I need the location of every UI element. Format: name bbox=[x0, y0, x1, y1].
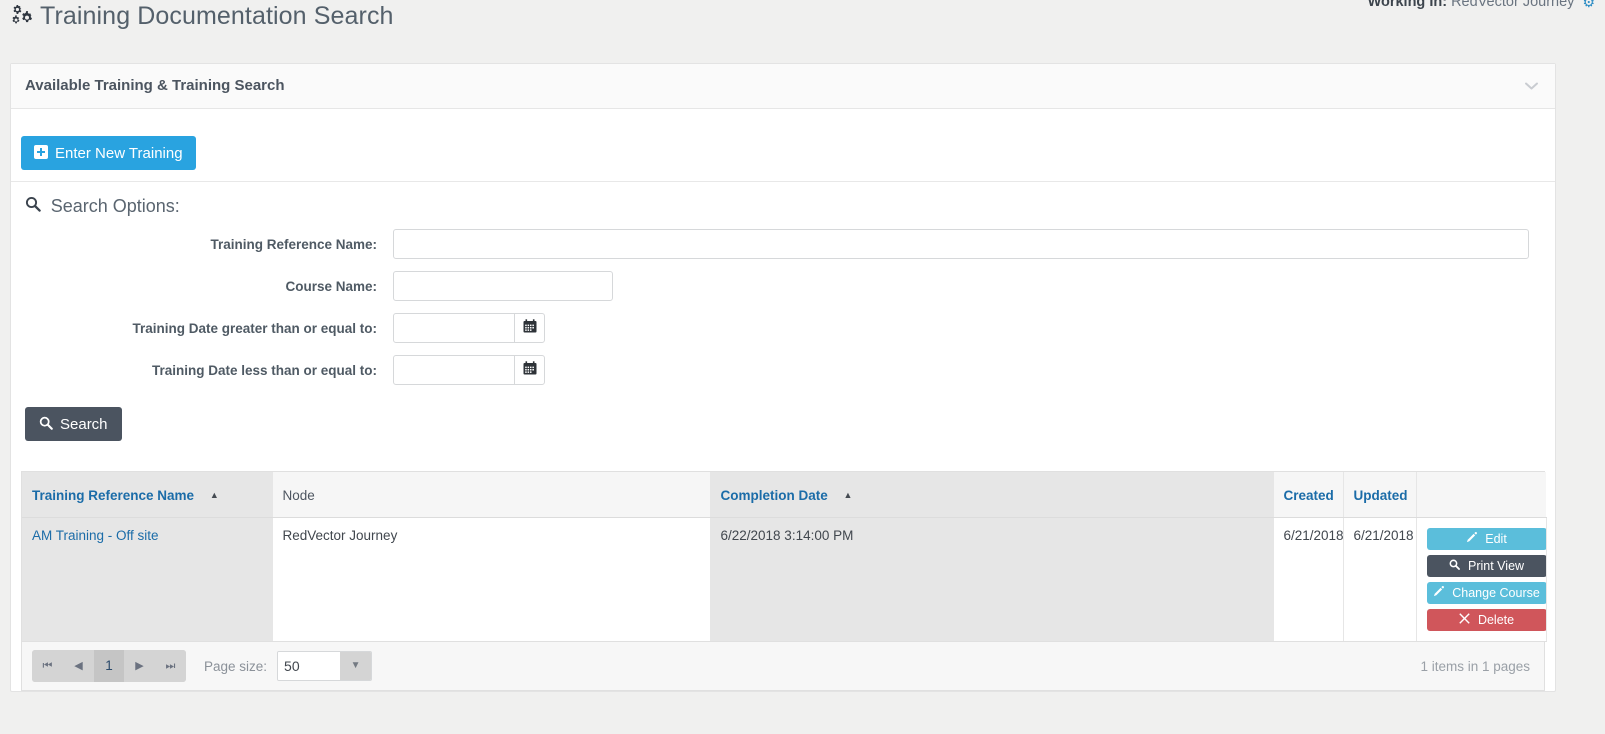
enter-new-training-label: Enter New Training bbox=[55, 144, 183, 162]
print-view-button[interactable]: Print View bbox=[1426, 555, 1547, 577]
column-label: Created bbox=[1283, 488, 1334, 503]
delete-button-label: Delete bbox=[1477, 613, 1515, 627]
page-title: Training Documentation Search bbox=[10, 2, 394, 33]
results-table: Training Reference Name ▲ Node Completio… bbox=[22, 472, 1547, 642]
training-date-from-group bbox=[393, 313, 545, 343]
pencil-icon bbox=[1466, 532, 1480, 546]
cell-updated: 6/21/2018 bbox=[1343, 517, 1417, 642]
table-row: AM Training - Off site RedVector Journey… bbox=[22, 517, 1547, 642]
working-in: Working In: RedVector Journey ⚙ bbox=[1368, 0, 1595, 11]
column-header-updated[interactable]: Updated bbox=[1343, 472, 1417, 518]
page-size-input[interactable] bbox=[278, 652, 341, 680]
form-row-course-name: Course Name: bbox=[11, 271, 1555, 301]
results-grid: Training Reference Name ▲ Node Completio… bbox=[21, 471, 1547, 642]
column-label: Completion Date bbox=[720, 488, 828, 503]
panel-title: Available Training & Training Search bbox=[25, 77, 285, 94]
cell-created: 6/21/2018 bbox=[1273, 517, 1344, 642]
available-training-panel: Available Training & Training Search Ent… bbox=[10, 63, 1556, 692]
search-button[interactable]: Search bbox=[25, 407, 122, 441]
edit-button-label: Edit bbox=[1485, 532, 1507, 546]
sort-ascending-icon: ▲ bbox=[843, 490, 853, 500]
step-forward-icon[interactable]: ⏭ bbox=[155, 650, 186, 682]
times-icon bbox=[1459, 613, 1473, 627]
enter-new-training-button[interactable]: Enter New Training bbox=[21, 136, 196, 170]
search-icon-button bbox=[39, 416, 53, 433]
training-reference-name-link[interactable]: AM Training - Off site bbox=[32, 528, 159, 543]
column-label: Updated bbox=[1353, 488, 1408, 503]
gear-icon[interactable]: ⚙ bbox=[1582, 0, 1595, 10]
calendar-icon-to[interactable] bbox=[514, 355, 545, 385]
column-header-node: Node bbox=[272, 472, 711, 518]
search-options-title: Search Options: bbox=[25, 196, 1555, 217]
new-training-zone: Enter New Training bbox=[11, 109, 1555, 182]
table-header-row: Training Reference Name ▲ Node Completio… bbox=[22, 472, 1546, 518]
pager-page-1[interactable]: 1 bbox=[94, 650, 124, 682]
column-header-created[interactable]: Created bbox=[1273, 472, 1344, 518]
search-icon-print bbox=[1449, 559, 1463, 573]
pager-controls: ⏮ ◀ 1 ▶ ⏭ Page size: ▼ bbox=[32, 650, 373, 682]
change-course-button-label: Change Course bbox=[1452, 586, 1540, 600]
panel-body: Enter New Training Search Options: Train… bbox=[11, 109, 1555, 691]
column-header-actions bbox=[1416, 472, 1546, 518]
edit-button[interactable]: Edit bbox=[1426, 528, 1547, 550]
working-in-value: RedVector Journey bbox=[1451, 0, 1575, 10]
column-label: Training Reference Name bbox=[32, 488, 195, 503]
cell-training-reference-name: AM Training - Off site bbox=[22, 517, 273, 642]
change-course-button[interactable]: Change Course bbox=[1426, 582, 1547, 604]
items-count: 1 items in 1 pages bbox=[1420, 659, 1530, 674]
label-training-date-to: Training Date less than or equal to: bbox=[151, 362, 377, 378]
calendar-icon-from[interactable] bbox=[514, 313, 545, 343]
sort-ascending-icon: ▲ bbox=[209, 490, 219, 500]
cell-node: RedVector Journey bbox=[272, 517, 711, 642]
training-date-to-group bbox=[393, 355, 545, 385]
working-in-label: Working In: bbox=[1367, 0, 1448, 10]
form-row-training-reference-name: Training Reference Name: bbox=[11, 229, 1555, 259]
chevron-down-icon[interactable] bbox=[1521, 76, 1541, 96]
search-options-section: Search Options: Training Reference Name:… bbox=[11, 182, 1555, 457]
course-name-input[interactable] bbox=[393, 271, 613, 301]
pencil-icon-change bbox=[1433, 586, 1447, 600]
panel-header[interactable]: Available Training & Training Search bbox=[11, 64, 1555, 109]
search-options-title-text: Search Options: bbox=[50, 196, 180, 216]
label-training-reference-name: Training Reference Name: bbox=[210, 236, 377, 252]
column-header-completion-date[interactable]: Completion Date ▲ bbox=[710, 472, 1274, 518]
print-view-button-label: Print View bbox=[1468, 559, 1525, 573]
caret-down-icon[interactable]: ▼ bbox=[340, 652, 372, 680]
cogs-icon bbox=[10, 4, 34, 33]
delete-button[interactable]: Delete bbox=[1426, 609, 1547, 631]
step-backward-icon[interactable]: ⏮ bbox=[32, 650, 63, 682]
training-reference-name-input[interactable] bbox=[393, 229, 1529, 259]
page-size-dropdown[interactable]: ▼ bbox=[277, 651, 373, 681]
column-header-training-reference-name[interactable]: Training Reference Name ▲ bbox=[22, 472, 273, 518]
training-date-from-input[interactable] bbox=[393, 313, 515, 343]
caret-right-icon[interactable]: ▶ bbox=[124, 650, 155, 682]
label-training-date-from: Training Date greater than or equal to: bbox=[132, 320, 377, 336]
column-label: Node bbox=[282, 488, 315, 503]
plus-square-icon bbox=[34, 145, 48, 161]
search-icon bbox=[25, 196, 46, 216]
pager-buttons: ⏮ ◀ 1 ▶ ⏭ bbox=[32, 650, 186, 682]
caret-left-icon[interactable]: ◀ bbox=[63, 650, 94, 682]
form-row-training-date-from: Training Date greater than or equal to: bbox=[11, 313, 1555, 343]
training-date-to-input[interactable] bbox=[393, 355, 515, 385]
cell-actions: Edit Print View Change Course Delete bbox=[1416, 517, 1547, 642]
label-course-name: Course Name: bbox=[285, 278, 377, 294]
top-bar: Training Documentation Search Working In… bbox=[0, 0, 1605, 48]
pager: ⏮ ◀ 1 ▶ ⏭ Page size: ▼ 1 items in 1 page… bbox=[21, 642, 1545, 691]
cell-completion-date: 6/22/2018 3:14:00 PM bbox=[710, 517, 1274, 642]
page-title-text: Training Documentation Search bbox=[40, 2, 394, 30]
form-row-training-date-to: Training Date less than or equal to: bbox=[11, 355, 1555, 385]
page-size-label: Page size: bbox=[204, 658, 268, 674]
search-button-label: Search bbox=[60, 415, 108, 433]
